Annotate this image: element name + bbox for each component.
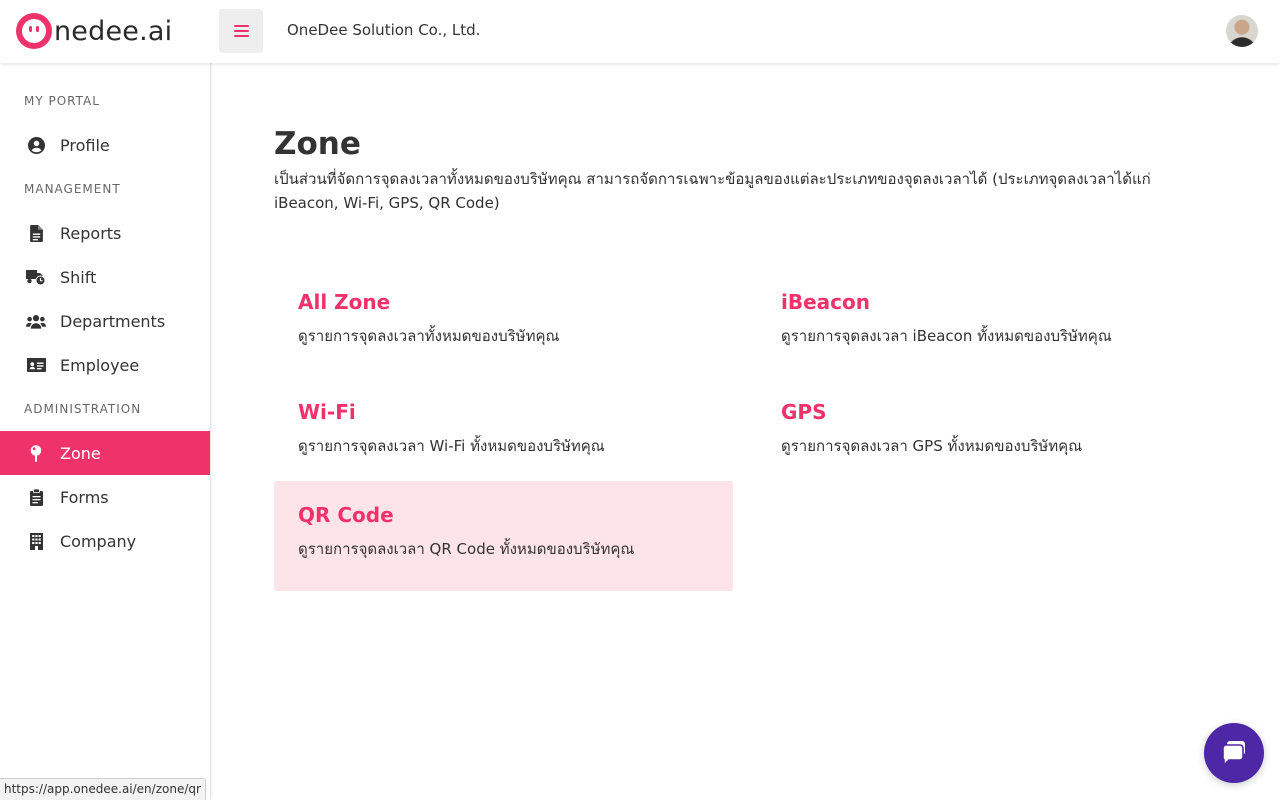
card-title: Wi-Fi — [298, 400, 356, 424]
zone-card-ibeacon[interactable]: iBeacon ดูรายการจุดลงเวลา iBeacon ทั้งหม… — [757, 268, 1216, 378]
users-icon — [26, 311, 46, 331]
sidebar-item-label: Profile — [60, 135, 110, 155]
menu-toggle-button[interactable] — [219, 9, 263, 53]
clipboard-icon — [26, 487, 46, 507]
card-description: ดูรายการจุดลงเวลา Wi-Fi ทั้งหมดของบริษัท… — [298, 437, 605, 455]
sidebar: MY PORTAL Profile MANAGEMENT Reports Shi… — [0, 63, 211, 800]
building-icon — [26, 531, 46, 551]
chat-icon — [1222, 741, 1245, 767]
sidebar-item-label: Employee — [60, 355, 140, 375]
company-name: OneDee Solution Co., Ltd. — [287, 21, 481, 39]
logo-text: nedee.ai — [54, 15, 173, 47]
menu-icon — [233, 24, 249, 38]
section-title-administration: ADMINISTRATION — [24, 402, 142, 416]
zone-card-wifi[interactable]: Wi-Fi ดูรายการจุดลงเวลา Wi-Fi ทั้งหมดของ… — [274, 378, 733, 488]
zone-card-all-zone[interactable]: All Zone ดูรายการจุดลงเวลาทั้งหมดของบริษ… — [274, 268, 733, 378]
card-title: GPS — [781, 400, 827, 424]
section-title-my-portal: MY PORTAL — [24, 94, 100, 108]
card-description: ดูรายการจุดลงเวลา QR Code ทั้งหมดของบริษ… — [298, 540, 635, 558]
sidebar-item-label: Reports — [60, 223, 122, 243]
file-icon — [26, 223, 46, 243]
sidebar-item-forms[interactable]: Forms — [0, 475, 210, 519]
sidebar-item-company[interactable]: Company — [0, 519, 210, 563]
sidebar-item-label: Shift — [60, 267, 97, 287]
card-description: ดูรายการจุดลงเวลา GPS ทั้งหมดของบริษัทคุ… — [781, 437, 1083, 455]
truck-clock-icon — [26, 267, 46, 287]
id-card-icon — [26, 355, 46, 375]
status-bar-url: https://app.onedee.ai/en/zone/qr — [0, 778, 206, 800]
sidebar-item-shift[interactable]: Shift — [0, 255, 210, 299]
logo-face-icon — [16, 13, 52, 49]
card-title: All Zone — [298, 290, 391, 314]
zone-card-qr-code[interactable]: QR Code ดูรายการจุดลงเวลา QR Code ทั้งหม… — [274, 481, 733, 591]
top-header: nedee.ai OneDee Solution Co., Ltd. — [0, 0, 1280, 63]
onedee-logo[interactable]: nedee.ai — [16, 13, 172, 49]
chat-widget-button[interactable] — [1204, 723, 1264, 783]
user-circle-icon — [26, 135, 46, 155]
sidebar-item-label: Departments — [60, 311, 166, 331]
map-pin-icon — [26, 443, 46, 463]
sidebar-item-profile[interactable]: Profile — [0, 123, 210, 167]
sidebar-item-label: Company — [60, 531, 137, 551]
page-description: เป็นส่วนที่จัดการจุดลงเวลาทั้งหมดของบริษ… — [274, 170, 1151, 212]
zone-card-gps[interactable]: GPS ดูรายการจุดลงเวลา GPS ทั้งหมดของบริษ… — [757, 378, 1216, 488]
sidebar-item-zone[interactable]: Zone — [0, 431, 210, 475]
user-avatar[interactable] — [1226, 15, 1258, 47]
main-content: Zone เป็นส่วนที่จัดการจุดลงเวลาทั้งหมดขอ… — [211, 63, 1280, 800]
card-title: QR Code — [298, 503, 394, 527]
sidebar-item-label: Zone — [60, 443, 101, 463]
section-title-management: MANAGEMENT — [24, 182, 121, 196]
page-title: Zone — [274, 126, 361, 162]
sidebar-item-departments[interactable]: Departments — [0, 299, 210, 343]
card-description: ดูรายการจุดลงเวลา iBeacon ทั้งหมดของบริษ… — [781, 327, 1112, 345]
sidebar-item-reports[interactable]: Reports — [0, 211, 210, 255]
card-title: iBeacon — [781, 290, 870, 314]
sidebar-item-label: Forms — [60, 487, 109, 507]
sidebar-item-employee[interactable]: Employee — [0, 343, 210, 387]
card-description: ดูรายการจุดลงเวลาทั้งหมดของบริษัทคุณ — [298, 327, 560, 345]
